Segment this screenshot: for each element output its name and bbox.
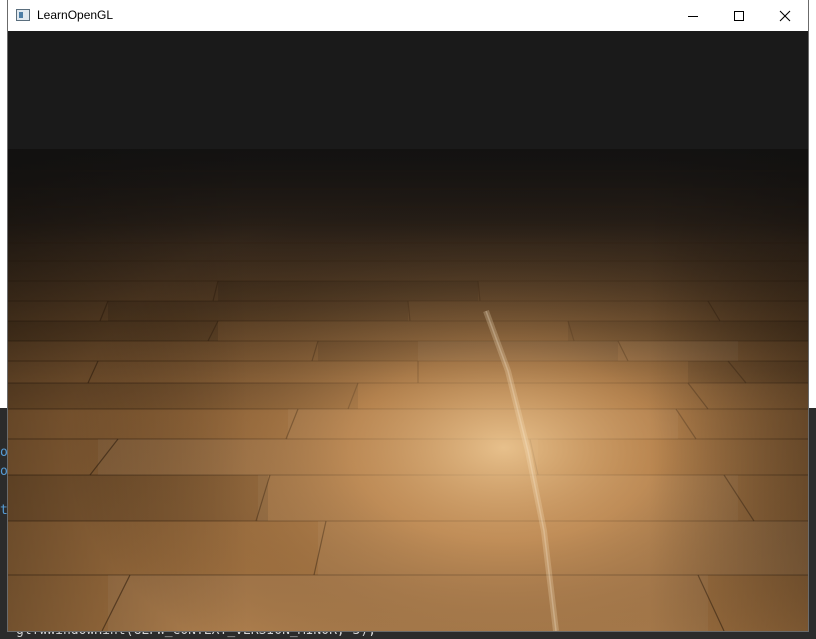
wood-floor — [8, 149, 808, 631]
code-fragment: o — [0, 464, 8, 479]
learnopengl-window[interactable]: LearnOpenGL — [8, 0, 808, 631]
maximize-button[interactable] — [716, 0, 762, 31]
opengl-render-viewport[interactable] — [8, 31, 808, 631]
title-bar[interactable]: LearnOpenGL — [8, 0, 808, 31]
close-button[interactable] — [762, 0, 808, 31]
close-icon — [779, 10, 791, 21]
code-fragment: t — [0, 503, 8, 518]
minimize-button[interactable] — [670, 0, 716, 31]
minimize-icon — [688, 15, 698, 17]
rendered-scene — [8, 31, 808, 631]
clear-background — [8, 31, 808, 149]
code-fragment: o — [0, 445, 8, 460]
application-window-icon — [16, 9, 30, 21]
maximize-icon — [734, 10, 744, 21]
window-title: LearnOpenGL — [37, 8, 114, 22]
